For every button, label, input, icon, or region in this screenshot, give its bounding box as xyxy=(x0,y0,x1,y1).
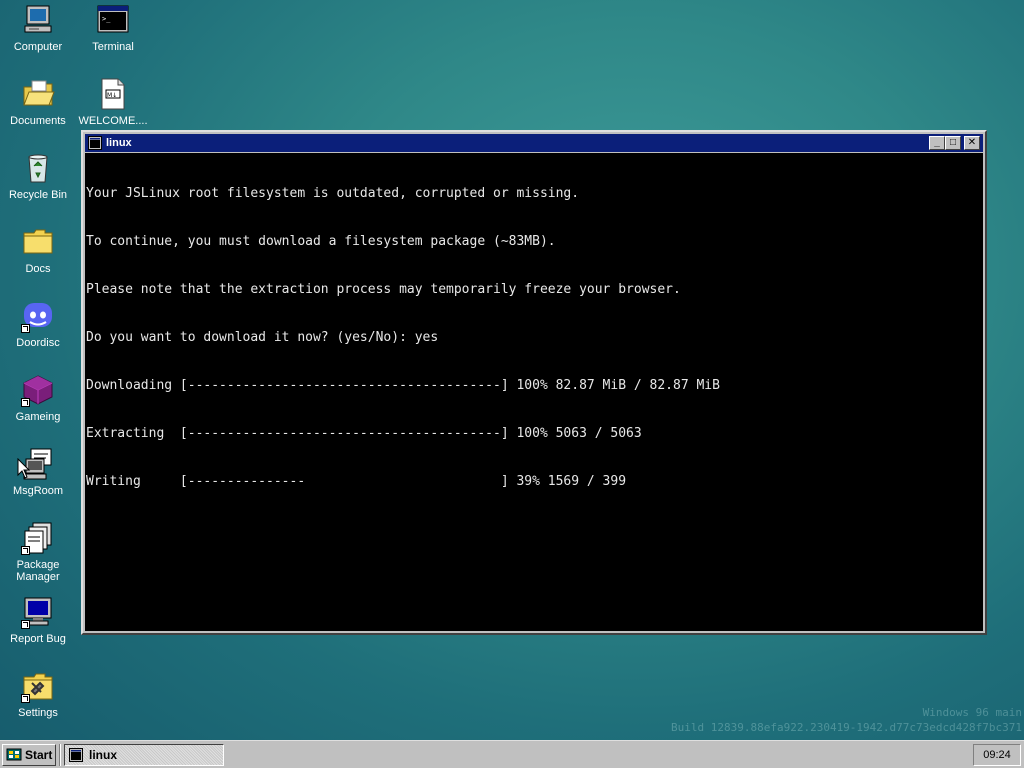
desktop-icon-gameing[interactable]: Gameing xyxy=(0,373,76,423)
system-tray-clock[interactable]: 09:24 xyxy=(973,744,1021,766)
close-button[interactable]: ✕ xyxy=(964,136,980,150)
desktop-icon-label: WELCOME.... xyxy=(78,115,148,127)
start-button[interactable]: Start xyxy=(2,744,56,766)
watermark-line: Build 12839.88efa922.230419-1942.d77c73e… xyxy=(671,721,1022,734)
shortcut-arrow-icon xyxy=(21,694,30,703)
desktop-icon-docs[interactable]: Docs xyxy=(0,225,76,275)
folder-open-icon xyxy=(21,77,55,111)
terminal-line: Your JSLinux root filesystem is outdated… xyxy=(86,186,580,201)
recycle-bin-icon xyxy=(21,151,55,185)
window-title: linux xyxy=(106,137,132,149)
desktop-icon-welcome[interactable]: M↓ WELCOME.... xyxy=(75,77,151,127)
desktop-icon-label: Package Manager xyxy=(16,559,60,583)
desktop-icon-label: Gameing xyxy=(15,411,61,423)
shortcut-arrow-icon xyxy=(21,398,30,407)
folder-icon xyxy=(21,225,55,259)
shortcut-arrow-icon xyxy=(21,546,30,555)
desktop-icon-label: Doordisc xyxy=(16,337,60,349)
build-watermark: Windows 96 main Build 12839.88efa922.230… xyxy=(671,705,1022,735)
start-logo-icon xyxy=(6,748,22,762)
window-titlebar[interactable]: linux _ □ ✕ xyxy=(85,134,983,152)
desktop-icon-terminal[interactable]: >_ Terminal xyxy=(75,3,151,53)
terminal-line: Please note that the extraction process … xyxy=(86,282,681,297)
desktop-icon-label: Documents xyxy=(10,115,66,127)
taskbar: Start linux 09:24 xyxy=(0,740,1024,768)
terminal-line: Writing [--------------- ] 39% 1569 / 39… xyxy=(86,474,627,489)
desktop-icon-label: Recycle Bin xyxy=(8,189,68,201)
package-icon xyxy=(21,521,55,555)
shortcut-arrow-icon xyxy=(21,324,30,333)
desktop-icon-computer[interactable]: Computer xyxy=(0,3,76,53)
terminal-app-icon xyxy=(88,136,102,150)
desktop-icon-label: Computer xyxy=(13,41,63,53)
settings-folder-icon xyxy=(21,669,55,703)
taskbar-item-label: linux xyxy=(89,748,118,762)
markdown-file-icon: M↓ xyxy=(96,77,130,111)
game-cube-icon xyxy=(21,373,55,407)
monitor-icon xyxy=(21,595,55,629)
terminal-line: Downloading [---------------------------… xyxy=(86,378,720,393)
terminal-output[interactable]: Your JSLinux root filesystem is outdated… xyxy=(85,153,983,631)
computer-icon xyxy=(21,3,55,37)
start-label: Start xyxy=(25,748,53,762)
desktop-icon-settings[interactable]: Settings xyxy=(0,669,76,719)
desktop-icon-recycle-bin[interactable]: Recycle Bin xyxy=(0,151,76,201)
terminal-line: To continue, you must download a filesys… xyxy=(86,234,556,249)
maximize-button[interactable]: □ xyxy=(945,136,961,150)
svg-text:>_: >_ xyxy=(102,15,111,23)
desktop-icon-label: MsgRoom xyxy=(12,485,64,497)
taskbar-divider xyxy=(59,744,61,766)
terminal-app-icon xyxy=(69,748,83,762)
taskbar-item-linux[interactable]: linux xyxy=(64,744,224,766)
desktop-icon-doordisc[interactable]: Doordisc xyxy=(0,299,76,349)
desktop-icon-label: Report Bug xyxy=(10,633,66,645)
desktop-icon-label: Terminal xyxy=(92,41,134,53)
shortcut-arrow-icon xyxy=(21,620,30,629)
terminal-window[interactable]: linux _ □ ✕ Your JSLinux root filesystem… xyxy=(81,130,987,635)
desktop-icon-label: Docs xyxy=(25,263,51,275)
desktop-icon-label: Settings xyxy=(18,707,58,719)
terminal-line: Extracting [----------------------------… xyxy=(86,426,642,441)
discord-icon xyxy=(21,299,55,333)
desktop-icon-report-bug[interactable]: Report Bug xyxy=(0,595,76,645)
svg-text:M↓: M↓ xyxy=(107,92,117,99)
terminal-line: Do you want to download it now? (yes/No)… xyxy=(86,330,439,345)
terminal-icon: >_ xyxy=(96,3,130,37)
minimize-button[interactable]: _ xyxy=(929,136,945,150)
desktop-icon-documents[interactable]: Documents xyxy=(0,77,76,127)
desktop-icon-msgroom[interactable]: MsgRoom xyxy=(0,447,76,497)
desktop-icon-package-manager[interactable]: Package Manager xyxy=(0,521,76,583)
watermark-line: Windows 96 main xyxy=(922,706,1022,719)
mouse-cursor-icon xyxy=(17,458,31,479)
